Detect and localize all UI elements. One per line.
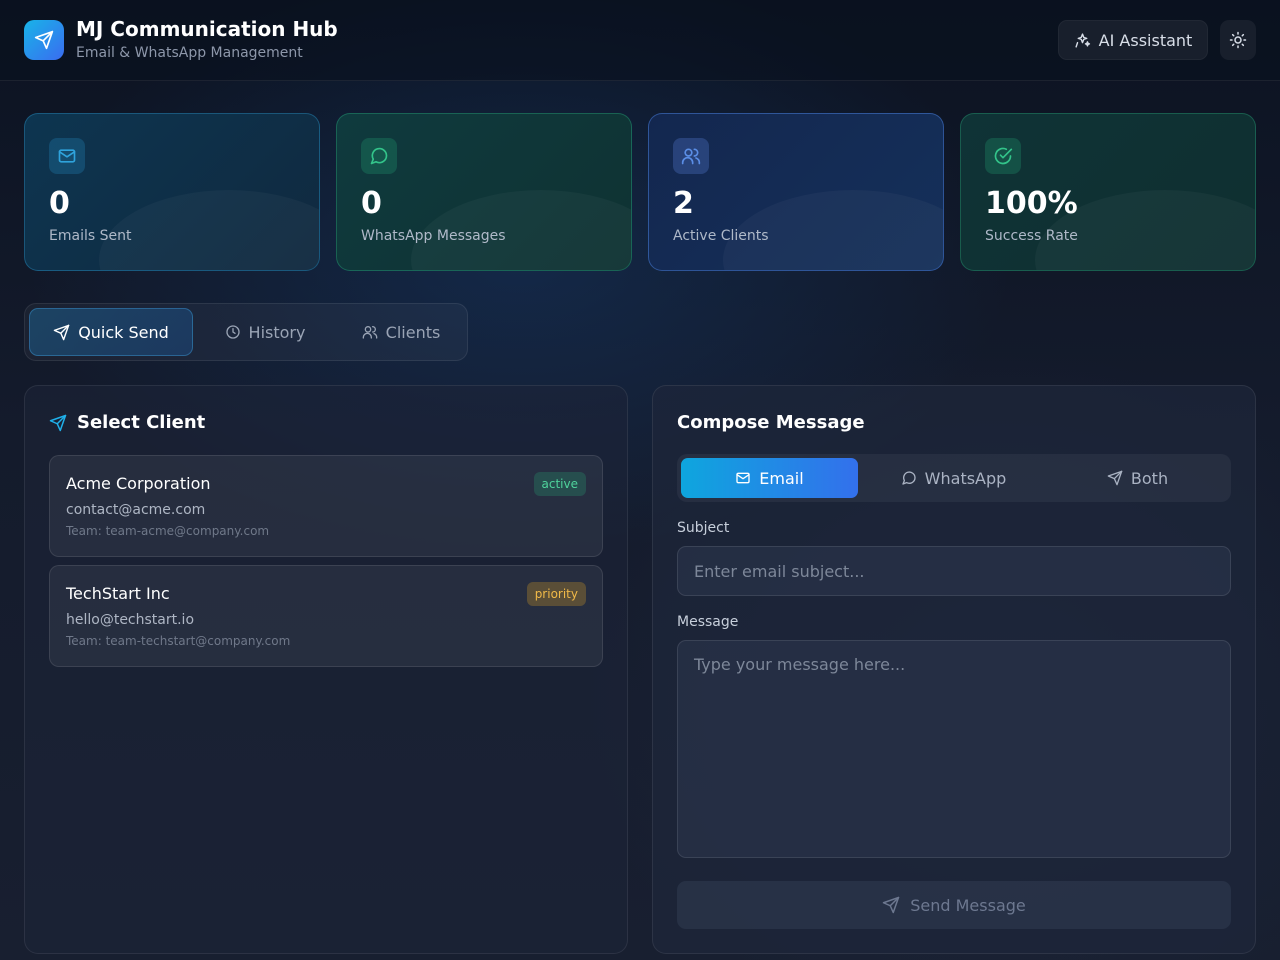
sun-icon	[1229, 31, 1247, 49]
sparkles-icon	[1074, 32, 1091, 49]
tab-label: History	[248, 322, 306, 342]
clock-icon	[225, 324, 241, 340]
stat-value: 0	[361, 186, 382, 221]
mail-icon	[49, 138, 85, 174]
subject-label: Subject	[677, 520, 730, 536]
send-icon	[1107, 470, 1123, 486]
send-icon	[53, 324, 70, 341]
compose-title: Compose Message	[677, 412, 865, 433]
stat-label: Active Clients	[673, 228, 769, 244]
users-icon	[362, 324, 378, 340]
app-title: MJ Communication Hub	[76, 17, 338, 41]
stat-label: Success Rate	[985, 228, 1078, 244]
tab-clients[interactable]: Clients	[343, 308, 459, 356]
client-card-acme[interactable]: Acme Corporation contact@acme.com Team: …	[49, 455, 603, 557]
mode-both[interactable]: Both	[1049, 458, 1226, 498]
mode-label: Email	[759, 468, 804, 488]
status-badge: active	[533, 472, 586, 496]
status-badge: priority	[526, 582, 586, 606]
users-icon	[673, 138, 709, 174]
client-email: contact@acme.com	[66, 502, 206, 518]
app-subtitle: Email & WhatsApp Management	[76, 45, 303, 61]
compose-message-panel: Compose Message Email WhatsApp Both Subj…	[652, 385, 1256, 954]
tab-quick-send[interactable]: Quick Send	[29, 308, 193, 356]
theme-toggle-button[interactable]	[1220, 20, 1256, 60]
stat-card-emails-sent: 0 Emails Sent	[24, 113, 320, 271]
stat-label: WhatsApp Messages	[361, 228, 506, 244]
panel-title: Select Client	[49, 412, 205, 433]
mode-label: Both	[1130, 468, 1169, 488]
message-label: Message	[677, 614, 739, 630]
select-client-title: Select Client	[77, 412, 206, 433]
stat-value: 100%	[985, 186, 1078, 221]
client-card-techstart[interactable]: TechStart Inc hello@techstart.io Team: t…	[49, 565, 603, 667]
stat-card-success-rate: 100% Success Rate	[960, 113, 1256, 271]
send-message-label: Send Message	[910, 895, 1026, 915]
select-client-panel: Select Client Acme Corporation contact@a…	[24, 385, 628, 954]
mode-label: WhatsApp	[924, 468, 1007, 488]
mail-icon	[735, 470, 751, 486]
client-name: Acme Corporation	[66, 474, 211, 493]
ai-assistant-button[interactable]: AI Assistant	[1058, 20, 1208, 60]
message-textarea[interactable]	[677, 640, 1231, 858]
ai-assistant-label: AI Assistant	[1098, 30, 1193, 50]
client-team: Team: team-techstart@company.com	[66, 634, 291, 648]
message-circle-icon	[361, 138, 397, 174]
client-email: hello@techstart.io	[66, 612, 195, 628]
check-circle-icon	[985, 138, 1021, 174]
message-mode-selector: Email WhatsApp Both	[677, 454, 1231, 502]
stat-value: 0	[49, 186, 70, 221]
client-team: Team: team-acme@company.com	[66, 524, 270, 538]
mode-whatsapp[interactable]: WhatsApp	[865, 458, 1042, 498]
tab-label: Quick Send	[78, 322, 169, 342]
stat-card-whatsapp-messages: 0 WhatsApp Messages	[336, 113, 632, 271]
stat-card-active-clients: 2 Active Clients	[648, 113, 944, 271]
main-tabs: Quick Send History Clients	[24, 303, 468, 361]
stat-label: Emails Sent	[49, 228, 132, 244]
message-circle-icon	[901, 470, 917, 486]
tab-label: Clients	[385, 322, 441, 342]
send-icon	[882, 896, 900, 914]
app-logo	[24, 20, 64, 60]
send-icon	[34, 30, 54, 50]
subject-input[interactable]	[677, 546, 1231, 596]
stat-value: 2	[673, 186, 694, 221]
app-header: MJ Communication Hub Email & WhatsApp Ma…	[0, 0, 1280, 81]
client-name: TechStart Inc	[66, 584, 170, 603]
send-icon	[49, 414, 67, 432]
send-message-button[interactable]: Send Message	[677, 881, 1231, 929]
mode-email[interactable]: Email	[681, 458, 858, 498]
tab-history[interactable]: History	[205, 308, 325, 356]
